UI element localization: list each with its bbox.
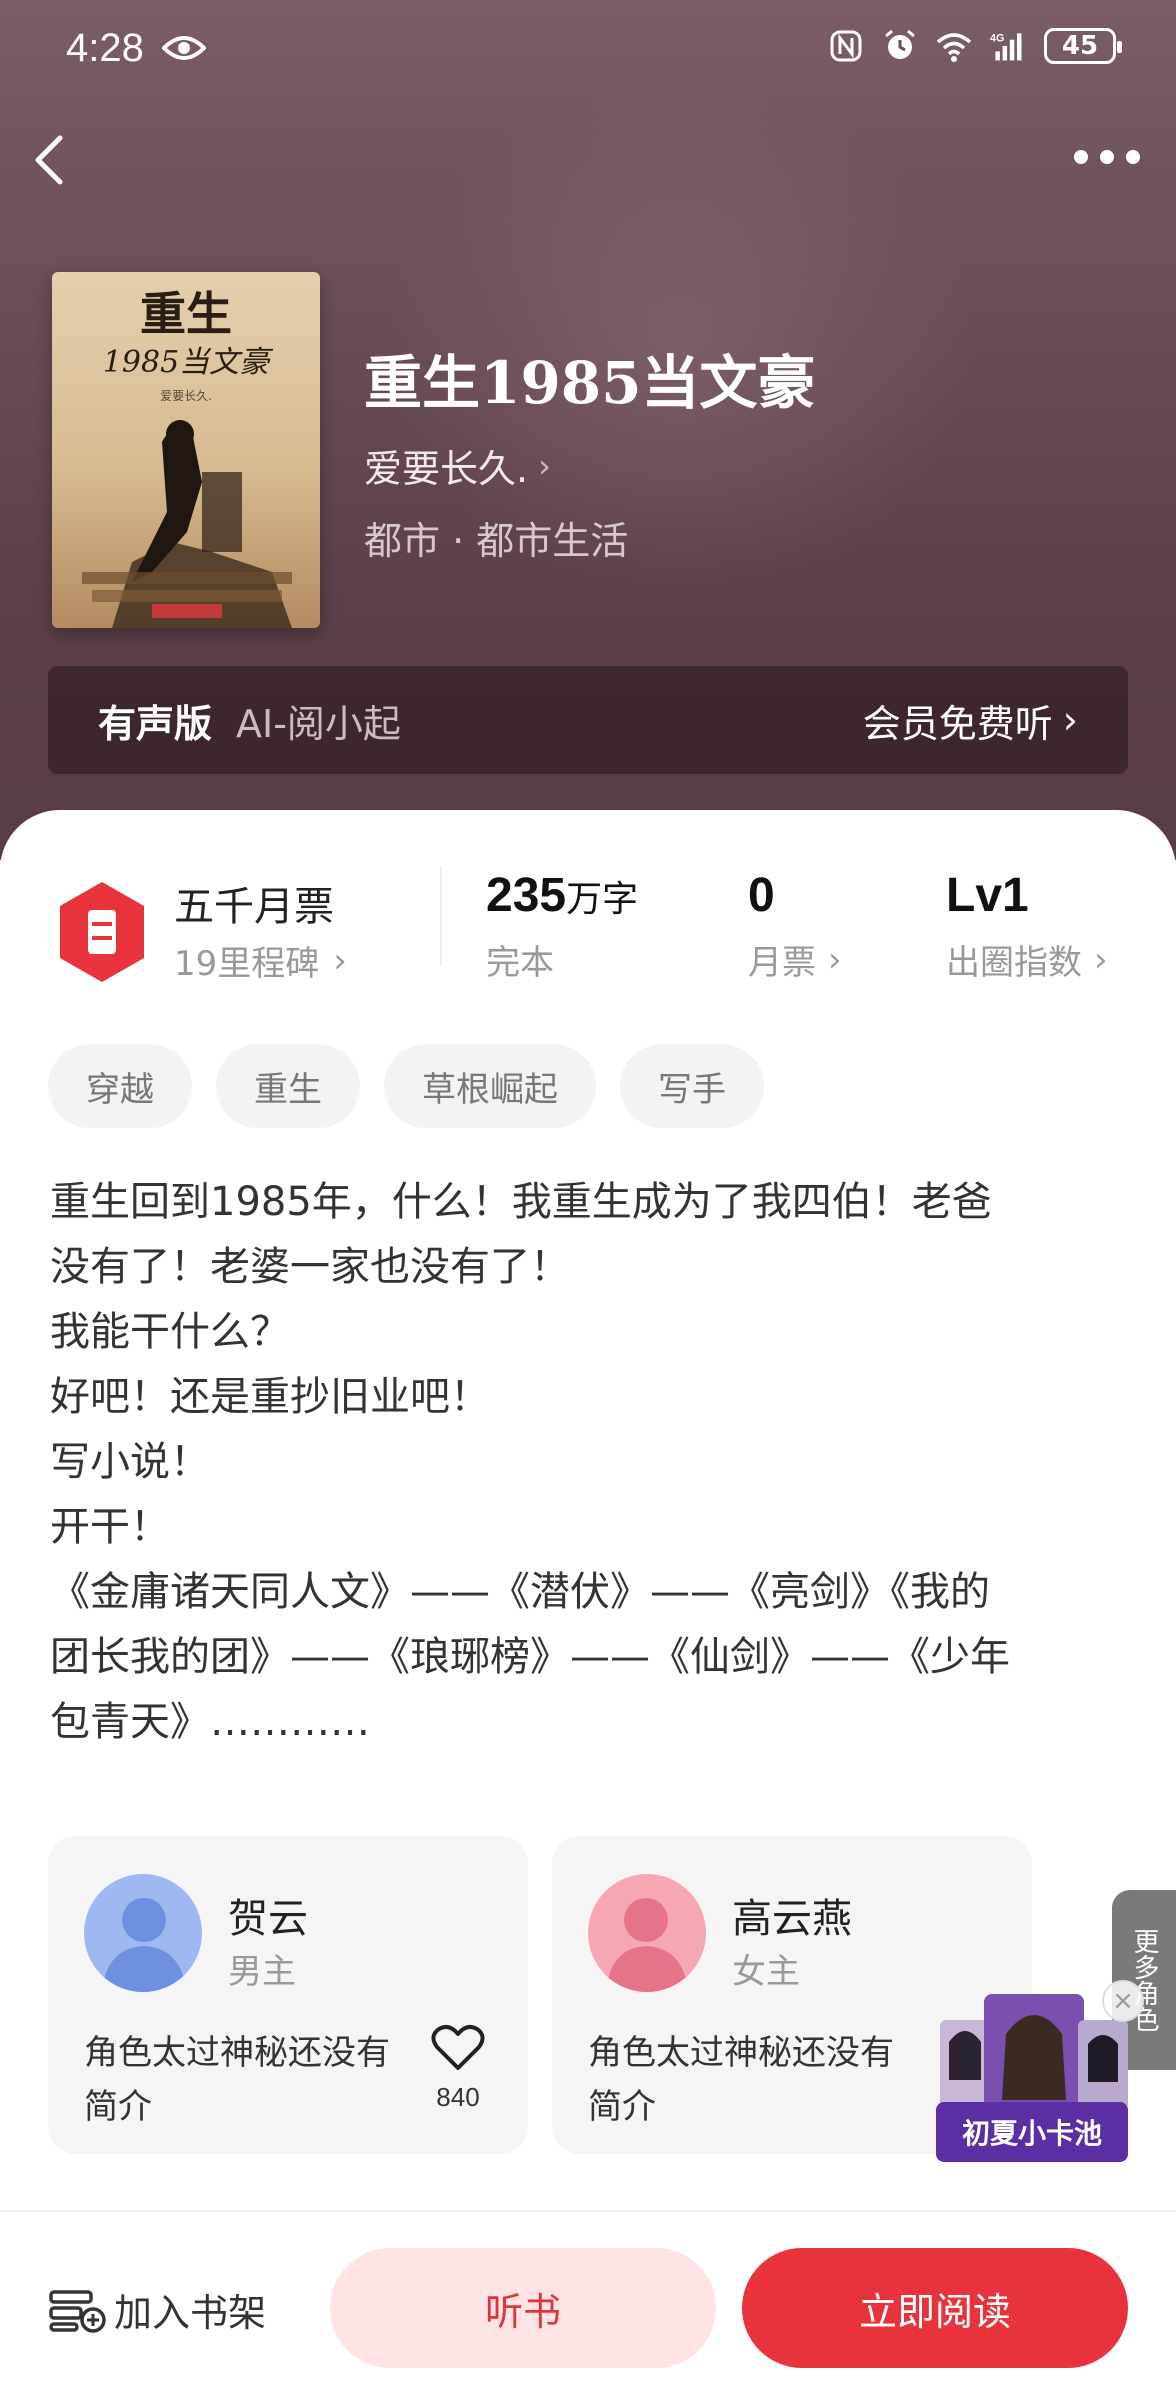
ticket-milestone-sub: 19里程碑 bbox=[174, 944, 320, 984]
eye-icon bbox=[162, 36, 206, 60]
character-avatar bbox=[588, 1874, 706, 1992]
monthly-ticket-label: 月票 bbox=[748, 943, 816, 983]
audio-label: 有声版 bbox=[98, 701, 213, 746]
signal-4g-icon: 4G bbox=[990, 33, 1022, 61]
ticket-badge-icon bbox=[60, 882, 144, 982]
battery-icon: 45 bbox=[1044, 28, 1122, 64]
monthly-ticket-stat[interactable]: 0 月票 › bbox=[748, 868, 842, 984]
influence-level-value: Lv1 bbox=[946, 869, 1029, 922]
svg-text:1985当文豪: 1985当文豪 bbox=[103, 345, 274, 380]
synopsis-line: 我能干什么？ bbox=[50, 1309, 290, 1355]
synopsis-line: 包青天》………… bbox=[50, 1699, 370, 1745]
wifi-icon bbox=[936, 33, 972, 62]
synopsis-line: 重生回到1985年，什么！我重生成为了我四伯！老爸 bbox=[50, 1179, 992, 1225]
more-dots-icon[interactable] bbox=[1074, 150, 1140, 164]
chevron-right-icon: › bbox=[1062, 698, 1078, 742]
author-link[interactable]: 爱要长久. › bbox=[364, 438, 551, 493]
synopsis-line: 团长我的团》——《琅琊榜》——《仙剑》——《少年 bbox=[50, 1634, 1010, 1680]
add-to-shelf-label: 加入书架 bbox=[114, 2291, 267, 2335]
listen-book-button[interactable]: 听书 bbox=[330, 2248, 716, 2368]
tag-chip[interactable]: 重生 bbox=[216, 1044, 360, 1128]
nfc-icon bbox=[830, 30, 862, 62]
audio-narrator: AI-阅小起 bbox=[236, 701, 401, 746]
ticket-milestone-link[interactable]: 19里程碑 › bbox=[174, 936, 347, 985]
cover-art: 重生 1985当文豪 爱要长久. bbox=[82, 287, 292, 628]
character-description: 角色太过神秘还没有简介 bbox=[588, 2033, 894, 2127]
synopsis-line: 写小说！ bbox=[50, 1439, 210, 1485]
chevron-right-icon: › bbox=[333, 940, 347, 981]
character-like-count: 840 bbox=[436, 2082, 480, 2112]
chevron-right-icon: › bbox=[828, 939, 842, 980]
book-category: 都市 · 都市生活 bbox=[364, 519, 629, 563]
influence-index-label: 出圈指数 bbox=[946, 943, 1082, 983]
svg-text:4G: 4G bbox=[990, 33, 1004, 45]
synopsis-line: 没有了！老婆一家也没有了！ bbox=[50, 1244, 570, 1290]
character-name: 贺云 bbox=[228, 1896, 308, 1942]
completion-status: 完本 bbox=[486, 943, 554, 983]
chevron-right-icon: › bbox=[1094, 939, 1108, 980]
status-bar: 4:28 4G 45 bbox=[0, 0, 1176, 100]
synopsis-line: 开干！ bbox=[50, 1504, 170, 1550]
bottom-action-bar: 加入书架 听书 立即阅读 bbox=[0, 2210, 1176, 2400]
member-free-listen-link[interactable]: 会员免费听 › bbox=[863, 693, 1078, 748]
influence-index-stat[interactable]: Lv1 出圈指数 › bbox=[946, 868, 1108, 984]
tag-list: 穿越 重生 草根崛起 写手 bbox=[48, 1044, 764, 1128]
svg-text:爱要长久.: 爱要长久. bbox=[160, 389, 212, 403]
character-role: 男主 bbox=[228, 1952, 296, 1992]
character-card[interactable]: 贺云 男主 角色太过神秘还没有简介 840 bbox=[48, 1836, 528, 2154]
add-to-shelf-button[interactable]: 加入书架 bbox=[48, 2282, 266, 2337]
book-synopsis[interactable]: 重生回到1985年，什么！我重生成为了我四伯！老爸 没有了！老婆一家也没有了！ … bbox=[50, 1170, 1130, 1755]
chevron-left-icon[interactable] bbox=[30, 130, 70, 190]
synopsis-line: 好吧！还是重抄旧业吧！ bbox=[50, 1374, 490, 1420]
author-name: 爱要长久. bbox=[364, 447, 529, 491]
svg-text:重生: 重生 bbox=[140, 287, 232, 341]
character-name: 高云燕 bbox=[732, 1896, 852, 1942]
stats-divider bbox=[440, 866, 442, 966]
card-pool-label: 初夏小卡池 bbox=[936, 2102, 1128, 2162]
close-icon[interactable]: × bbox=[1102, 1980, 1144, 2022]
status-icons: 4G 45 bbox=[828, 28, 1122, 64]
word-count-unit: 万字 bbox=[566, 879, 639, 920]
ticket-milestone-title[interactable]: 五千月票 bbox=[174, 874, 334, 932]
add-shelf-icon bbox=[49, 2289, 106, 2333]
word-count-value: 235 bbox=[486, 869, 567, 922]
tag-chip[interactable]: 草根崛起 bbox=[384, 1044, 596, 1128]
audio-version-bar[interactable]: 有声版 AI-阅小起 会员免费听 › bbox=[48, 666, 1128, 774]
alarm-icon bbox=[885, 29, 915, 59]
chevron-right-icon: › bbox=[538, 446, 551, 485]
book-title: 重生1985当文豪 bbox=[364, 349, 816, 417]
character-avatar bbox=[84, 1874, 202, 1992]
monthly-ticket-value: 0 bbox=[748, 869, 775, 922]
character-description: 角色太过神秘还没有简介 bbox=[84, 2033, 390, 2127]
status-time: 4:28 bbox=[66, 26, 144, 70]
tag-chip[interactable]: 穿越 bbox=[48, 1044, 192, 1128]
tag-chip[interactable]: 写手 bbox=[620, 1044, 764, 1128]
member-free-listen-label: 会员免费听 bbox=[862, 701, 1053, 746]
book-cover[interactable]: 重生 1985当文豪 爱要长久. bbox=[52, 272, 320, 628]
synopsis-line: 《金庸诸天同人文》——《潜伏》——《亮剑》《我的 bbox=[50, 1569, 990, 1615]
heart-icon bbox=[431, 2024, 485, 2070]
character-role: 女主 bbox=[732, 1952, 800, 1992]
read-now-button[interactable]: 立即阅读 bbox=[742, 2248, 1128, 2368]
word-count-stat: 235万字 完本 bbox=[486, 868, 638, 984]
character-like-button[interactable]: 840 bbox=[428, 2024, 488, 2113]
card-pool-widget[interactable]: × 初夏小卡池 bbox=[936, 1980, 1144, 2162]
